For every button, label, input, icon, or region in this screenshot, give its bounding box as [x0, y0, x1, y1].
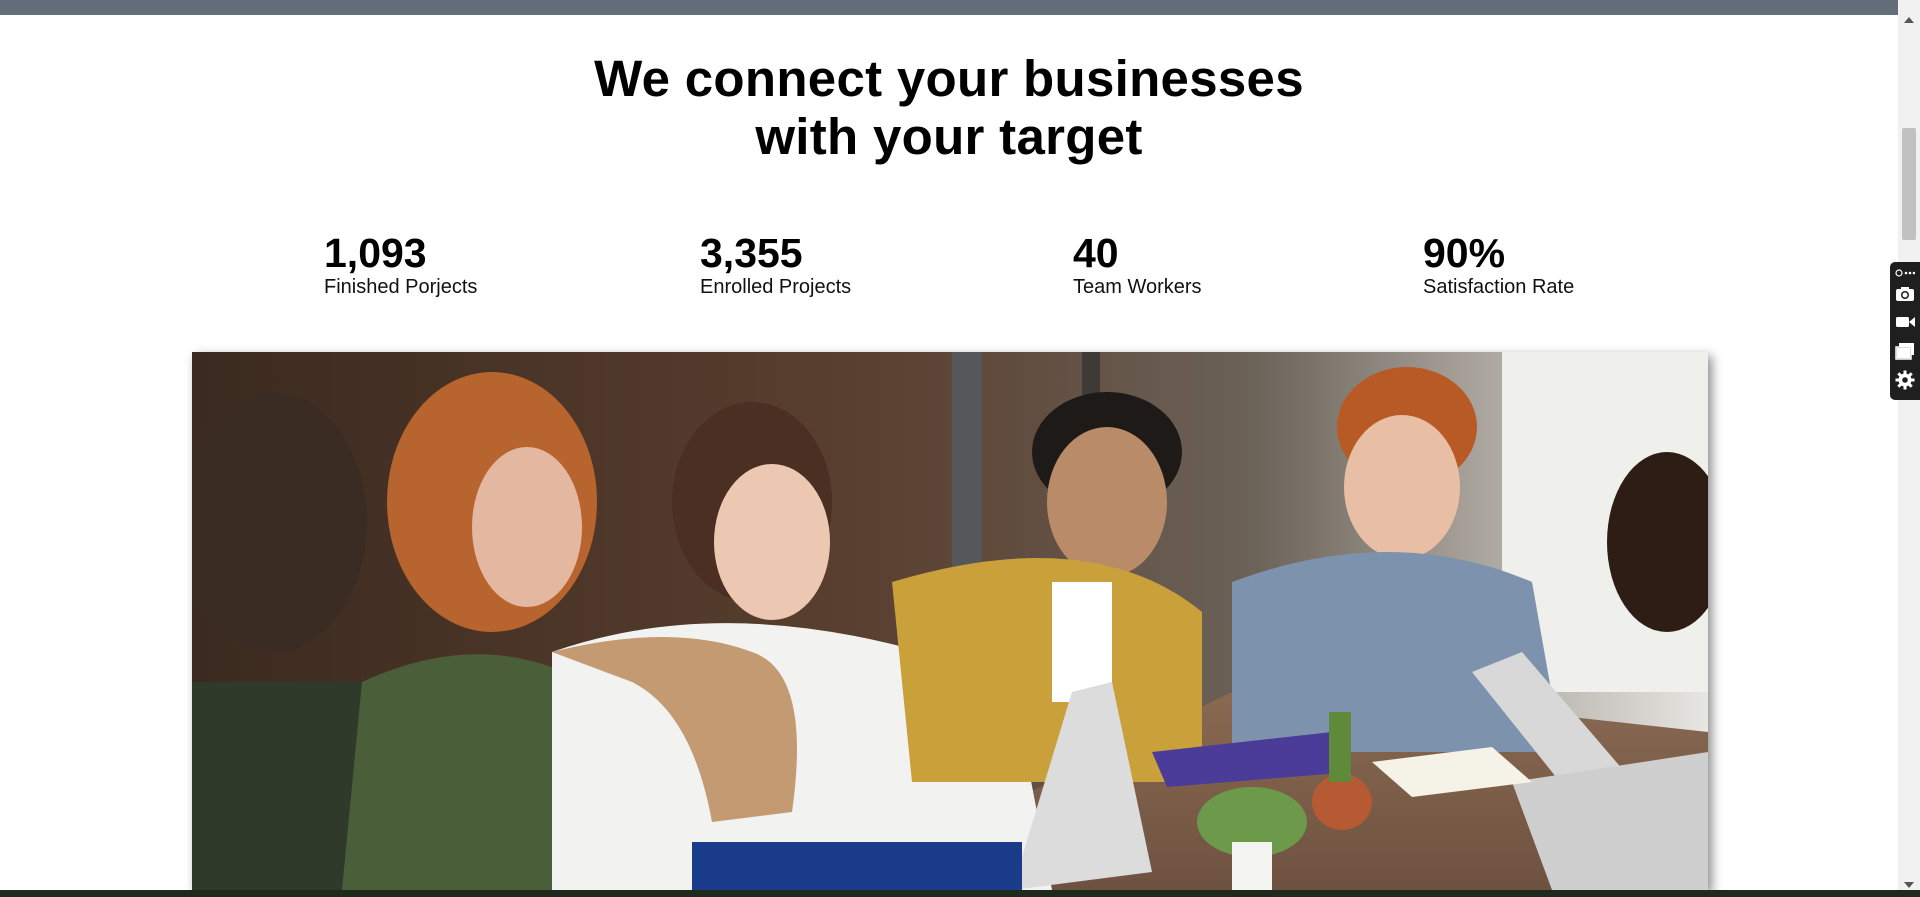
stat-label: Finished Porjects	[324, 276, 478, 298]
stat-value: 40	[1073, 230, 1119, 276]
stat-label: Enrolled Projects	[700, 276, 852, 298]
browser-top-strip	[0, 0, 1920, 15]
page-title: We connect your businesses with your tar…	[0, 50, 1898, 166]
video-camera-icon[interactable]	[1895, 312, 1915, 332]
screen-capture-toolbar	[1890, 262, 1920, 400]
stat-team-workers: 40 Team Workers	[1073, 230, 1202, 298]
stat-label: Team Workers	[1073, 276, 1202, 298]
gear-icon[interactable]	[1895, 370, 1915, 390]
scroll-up-icon[interactable]	[1904, 17, 1914, 23]
windows-icon[interactable]	[1895, 341, 1915, 361]
stat-finished-projects: 1,093 Finished Porjects	[324, 230, 477, 298]
stat-satisfaction-rate: 90% Satisfaction Rate	[1423, 230, 1574, 298]
stat-enrolled-projects: 3,355 Enrolled Projects	[700, 230, 851, 298]
stat-label: Satisfaction Rate	[1423, 276, 1575, 298]
page-scrollbar[interactable]	[1898, 0, 1920, 890]
page-title-line-1: We connect your businesses	[594, 50, 1304, 107]
bottom-strip	[0, 890, 1920, 897]
stat-value: 3,355	[700, 230, 803, 276]
scroll-down-icon[interactable]	[1904, 882, 1914, 888]
menu-dots-icon[interactable]	[1895, 266, 1916, 278]
team-meeting-photo	[192, 352, 1708, 890]
page-title-line-2: with your target	[755, 108, 1143, 165]
stat-value: 1,093	[324, 230, 427, 276]
scroll-thumb[interactable]	[1902, 128, 1916, 240]
stat-value: 90%	[1423, 230, 1506, 276]
camera-icon[interactable]	[1895, 284, 1915, 304]
